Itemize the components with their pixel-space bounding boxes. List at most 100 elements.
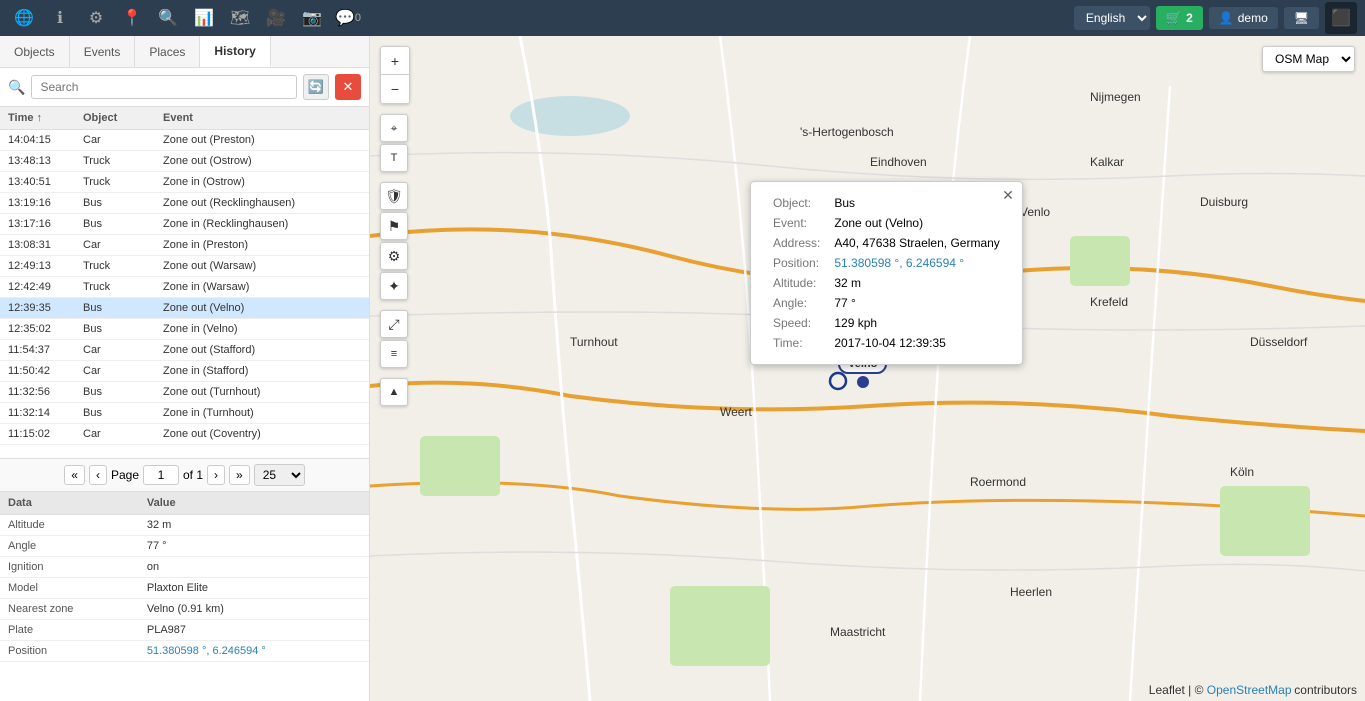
svg-text:Nijmegen: Nijmegen bbox=[1090, 90, 1141, 104]
table-row[interactable]: 13:19:16 Bus Zone out (Recklinghausen) bbox=[0, 193, 369, 214]
recenter-button[interactable]: ⌖ bbox=[380, 114, 408, 142]
cell-event: Zone out (Ostrow) bbox=[155, 151, 369, 172]
data-value: 77 ° bbox=[139, 536, 369, 557]
refresh-button[interactable]: 🔄 bbox=[303, 74, 329, 100]
chart-nav-icon[interactable]: 📊 bbox=[188, 2, 220, 34]
next-page-button[interactable]: › bbox=[207, 465, 225, 485]
svg-text:'s-Hertogenbosch: 's-Hertogenbosch bbox=[800, 125, 894, 139]
col-object[interactable]: Object bbox=[75, 107, 155, 130]
popup-angle-label: Angle: bbox=[767, 294, 826, 312]
cell-object: Car bbox=[75, 361, 155, 382]
data-panel-row: Plate PLA987 bbox=[0, 620, 369, 641]
data-value: Plaxton Elite bbox=[139, 578, 369, 599]
pagination-bar: « ‹ Page of 1 › » 25 10 50 100 bbox=[0, 458, 369, 491]
map-type-controls: OSM Map Satellite Hybrid bbox=[1262, 46, 1355, 72]
prev-page-button[interactable]: ‹ bbox=[89, 465, 107, 485]
dark-mode-button[interactable]: ⬛ bbox=[1325, 2, 1357, 34]
first-page-button[interactable]: « bbox=[64, 465, 85, 485]
cell-time: 12:49:13 bbox=[0, 256, 75, 277]
svg-text:Turnhout: Turnhout bbox=[570, 335, 618, 349]
cell-time: 14:04:15 bbox=[0, 130, 75, 151]
table-row[interactable]: 12:35:02 Bus Zone in (Velno) bbox=[0, 319, 369, 340]
cell-event: Zone out (Coventry) bbox=[155, 424, 369, 445]
svg-text:Krefeld: Krefeld bbox=[1090, 295, 1128, 309]
svg-text:Heerlen: Heerlen bbox=[1010, 585, 1052, 599]
tab-events[interactable]: Events bbox=[70, 36, 136, 67]
message-nav-icon[interactable]: 💬 0 bbox=[332, 2, 364, 34]
table-row[interactable]: 11:50:42 Car Zone in (Stafford) bbox=[0, 361, 369, 382]
table-row[interactable]: 11:15:02 Car Zone out (Coventry) bbox=[0, 424, 369, 445]
map-nav-icon[interactable]: 🗺 bbox=[224, 2, 256, 34]
popup-time-label: Time: bbox=[767, 334, 826, 352]
history-table-container: Time ↑ Object Event 14:04:15 Car Zone ou… bbox=[0, 107, 369, 458]
cell-object: Bus bbox=[75, 319, 155, 340]
table-row[interactable]: 13:40:51 Truck Zone in (Ostrow) bbox=[0, 172, 369, 193]
table-row[interactable]: 12:39:35 Bus Zone out (Velno) bbox=[0, 298, 369, 319]
user-button[interactable]: 👤 demo bbox=[1209, 7, 1278, 29]
cell-time: 13:08:31 bbox=[0, 235, 75, 256]
col-event[interactable]: Event bbox=[155, 107, 369, 130]
last-page-button[interactable]: » bbox=[229, 465, 250, 485]
camera-nav-icon[interactable]: 📷 bbox=[296, 2, 328, 34]
table-row[interactable]: 11:54:37 Car Zone out (Stafford) bbox=[0, 340, 369, 361]
page-input[interactable] bbox=[143, 465, 179, 485]
cell-event: Zone in (Stafford) bbox=[155, 361, 369, 382]
location-nav-icon[interactable]: 📍 bbox=[116, 2, 148, 34]
per-page-select[interactable]: 25 10 50 100 bbox=[254, 464, 305, 486]
table-row[interactable]: 14:04:15 Car Zone out (Preston) bbox=[0, 130, 369, 151]
cell-object: Bus bbox=[75, 382, 155, 403]
popup-position-value[interactable]: 51.380598 °, 6.246594 ° bbox=[828, 254, 1005, 272]
table-row[interactable]: 11:32:14 Bus Zone in (Turnhout) bbox=[0, 403, 369, 424]
col-time[interactable]: Time ↑ bbox=[0, 107, 75, 130]
message-count: 0 bbox=[355, 12, 361, 24]
layers-button[interactable]: ≡ bbox=[380, 340, 408, 368]
video-nav-icon[interactable]: 🎥 bbox=[260, 2, 292, 34]
zoom-out-button[interactable]: − bbox=[381, 75, 409, 103]
data-value: 32 m bbox=[139, 515, 369, 536]
popup-address-label: Address: bbox=[767, 234, 826, 252]
table-row[interactable]: 12:42:49 Truck Zone in (Warsaw) bbox=[0, 277, 369, 298]
track-button[interactable]: T bbox=[380, 144, 408, 172]
table-row[interactable]: 12:49:13 Truck Zone out (Warsaw) bbox=[0, 256, 369, 277]
popup-object-label: Object: bbox=[767, 194, 826, 212]
popup-close-button[interactable]: ✕ bbox=[1002, 187, 1014, 204]
map-controls-left: + − ⌖ T 🛡 ⚑ ⚙ ✦ ⤢ ≡ ▲ bbox=[380, 46, 410, 406]
table-row[interactable]: 13:17:16 Bus Zone in (Recklinghausen) bbox=[0, 214, 369, 235]
settings-nav-icon[interactable]: ⚙ bbox=[80, 2, 112, 34]
osm-attribution-link[interactable]: OpenStreetMap bbox=[1207, 683, 1292, 697]
tab-places[interactable]: Places bbox=[135, 36, 200, 67]
table-row[interactable]: 13:08:31 Car Zone in (Preston) bbox=[0, 235, 369, 256]
monitor-button[interactable]: 🖥 bbox=[1284, 7, 1319, 29]
shield-button[interactable]: 🛡 bbox=[380, 182, 408, 210]
language-selector[interactable]: English bbox=[1074, 6, 1150, 30]
map-popup: ✕ Object: Bus Event: Zone out (Velno) Ad… bbox=[750, 181, 1023, 365]
nav-up-button[interactable]: ▲ bbox=[380, 378, 408, 406]
cart-button[interactable]: 🛒 2 bbox=[1156, 6, 1203, 30]
search-nav-icon[interactable]: 🔍 bbox=[152, 2, 184, 34]
cell-object: Truck bbox=[75, 256, 155, 277]
tab-history[interactable]: History bbox=[200, 36, 270, 67]
table-row[interactable]: 13:48:13 Truck Zone out (Ostrow) bbox=[0, 151, 369, 172]
star-button[interactable]: ✦ bbox=[380, 272, 408, 300]
table-row[interactable]: 11:32:56 Bus Zone out (Turnhout) bbox=[0, 382, 369, 403]
globe-nav-icon[interactable]: 🌐 bbox=[8, 2, 40, 34]
search-input[interactable] bbox=[31, 75, 297, 99]
map-area[interactable]: Nijmegen Eindhoven Duisburg Düsseldorf K… bbox=[370, 36, 1365, 701]
clear-button[interactable]: ✕ bbox=[335, 74, 361, 100]
map-type-select[interactable]: OSM Map Satellite Hybrid bbox=[1262, 46, 1355, 72]
tools-button[interactable]: ⚙ bbox=[380, 242, 408, 270]
cell-time: 12:39:35 bbox=[0, 298, 75, 319]
zoom-controls: + − bbox=[380, 46, 410, 104]
data-value[interactable]: 51.380598 °, 6.246594 ° bbox=[139, 641, 369, 662]
tab-objects[interactable]: Objects bbox=[0, 36, 70, 67]
page-label: Page bbox=[111, 468, 139, 482]
info-nav-icon[interactable]: ℹ bbox=[44, 2, 76, 34]
fullscreen-button[interactable]: ⤢ bbox=[380, 310, 408, 338]
zoom-in-button[interactable]: + bbox=[381, 47, 409, 75]
data-label: Position bbox=[0, 641, 139, 662]
tab-bar: Objects Events Places History bbox=[0, 36, 369, 68]
cell-event: Zone out (Preston) bbox=[155, 130, 369, 151]
flag-button[interactable]: ⚑ bbox=[380, 212, 408, 240]
data-label: Plate bbox=[0, 620, 139, 641]
data-panel-row: Position 51.380598 °, 6.246594 ° bbox=[0, 641, 369, 662]
